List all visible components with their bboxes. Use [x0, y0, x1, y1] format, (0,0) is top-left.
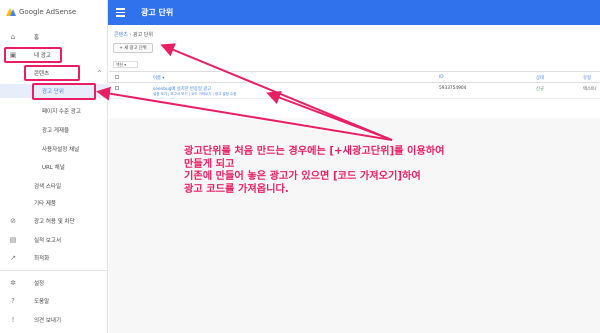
- arrow-to-ad-units: [96, 86, 393, 141]
- arrow-to-get-code: [266, 90, 393, 141]
- annotation-line: 광고 코드를 가져옵니다.: [184, 183, 289, 195]
- annotation-line: 만들게 되고: [184, 158, 235, 170]
- arrow-to-new-button: [160, 43, 393, 141]
- annotation-line: 기존에 만들어 놓은 광고가 있으면 [코드 가져오기]하여: [184, 171, 421, 183]
- annotation-line: 광고단위를 처음 만드는 경우에는 [+새광고단위]를 이용하여: [184, 146, 445, 157]
- annotation-text: 광고단위를 처음 만드는 경우에는 [+새광고단위]를 이용하여 만들게 되고 …: [184, 146, 584, 196]
